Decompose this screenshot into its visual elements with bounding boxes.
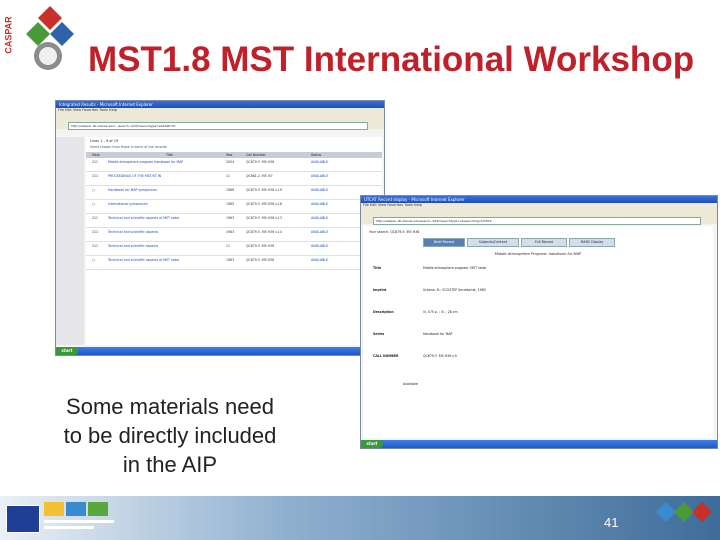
result-title-link[interactable]: International symposium — [108, 202, 148, 206]
row-mark: □ — [92, 202, 96, 206]
row-mark: 211 — [92, 174, 99, 178]
row-mark: □ — [92, 258, 96, 262]
tab-subjects[interactable]: Subjects/Content — [467, 238, 519, 247]
address-bar[interactable]: http://webpac.lib.utexas.edu/.../search~… — [56, 121, 384, 130]
tab-full-record[interactable]: Full Record — [521, 238, 567, 247]
row-year: 11 — [226, 174, 231, 178]
field-value: Urbana, Ill.: SCOSTEP Secretariat, 1983 — [423, 288, 486, 292]
tab-marc[interactable]: MARC Display — [569, 238, 615, 247]
information-society-logo — [44, 502, 114, 529]
eu-flag-icon — [6, 505, 40, 533]
row-year: 11 — [226, 244, 231, 248]
start-button[interactable]: start — [361, 440, 383, 448]
left-browser-screenshot: Integrated Results - Microsoft Internet … — [55, 100, 385, 356]
logo-text: CASPAR — [3, 16, 14, 54]
row-mark: 211 — [92, 230, 99, 234]
taskbar: start — [56, 347, 384, 355]
record-title: Middle Atmosphere Program: handbook for … — [494, 252, 582, 256]
row-status[interactable]: AVAILABLE — [311, 244, 328, 248]
row-call: QC879.5 .M5 H36 — [246, 160, 275, 164]
row-status[interactable]: AVAILABLE — [311, 202, 328, 206]
right-browser-screenshot: UTCAT Record display - Microsoft Interne… — [360, 195, 718, 449]
window-title: Integrated Results - Microsoft Internet … — [56, 101, 384, 108]
row-mark: 211 — [92, 160, 99, 164]
table-row: 211 Technical and scientific aspects of M… — [86, 214, 382, 228]
row-status[interactable]: AVAILABLE — [311, 174, 328, 178]
result-title-link[interactable]: Technical and scientific aspects of MST … — [108, 258, 180, 262]
table-row: 211 Technical and scientific aspects 1983 Q… — [86, 228, 382, 242]
row-status[interactable]: AVAILABLE — [311, 258, 328, 262]
field-label: Title — [373, 266, 382, 270]
row-mark: 211 — [92, 216, 99, 220]
start-button[interactable]: start — [56, 347, 78, 355]
result-title-link[interactable]: Technical and scientific aspects of MST … — [108, 216, 180, 220]
row-status[interactable]: AVAILABLE — [311, 230, 328, 234]
status-text: Available — [403, 382, 418, 386]
row-mark: □ — [92, 188, 96, 192]
result-title-link[interactable]: Handbook for MAP symposium — [108, 188, 157, 192]
row-year: 1986 — [226, 188, 235, 192]
side-panel — [56, 137, 84, 345]
row-mark: 211 — [92, 244, 99, 248]
row-call: QC879.5 .M5 H36 — [246, 244, 275, 248]
address-bar[interactable]: http://webpac.lib.utexas.edu/search~S29/… — [361, 216, 717, 225]
results-page: Lines 1 - 9 of 19 Some chosen from those… — [86, 137, 382, 345]
row-year: 1985 — [226, 202, 235, 206]
row-call: QC879.5 .M5 H36 — [246, 258, 275, 262]
row-year: 1983 — [226, 258, 235, 262]
row-call: QC879.5 .M5 H36 v.18 — [246, 202, 282, 206]
table-row: □ Technical and scientific aspects of MST… — [86, 256, 382, 270]
field-value: Middle atmosphere program: MST radar — [423, 266, 487, 270]
caption: Some materials need to be directly inclu… — [63, 394, 277, 477]
slide-title: MST1.8 MST International Workshop — [88, 40, 695, 79]
row-call: QC879.5 .M5 H36 v.19 — [246, 188, 282, 192]
table-row: 211 Technical and scientific aspects 11 QC8… — [86, 242, 382, 256]
row-year: 2004 — [226, 160, 235, 164]
row-call: QC879.5 .M5 H36 v.13 — [246, 216, 282, 220]
row-status[interactable]: AVAILABLE — [311, 216, 328, 220]
record-page: Your search: QC879.5 .M5 H36 Brief Recor… — [363, 226, 713, 438]
result-title-link[interactable]: Technical and scientific aspects — [108, 230, 158, 234]
slide-number: 41 — [604, 515, 619, 530]
field-value: Handbook for MAP — [423, 332, 453, 336]
field-value: QC879.5 .M5 H36 v.9 — [423, 354, 457, 358]
row-call: QC881.2 .M5 I57 — [246, 174, 273, 178]
table-row: 211 Middle atmosphere program handbook fo… — [86, 158, 382, 172]
row-status[interactable]: AVAILABLE — [311, 160, 328, 164]
toolbar — [361, 208, 717, 216]
table-row: 211 PROCEEDINGS OF THE MST/ST IN 11 QC881.2… — [86, 172, 382, 186]
record-tabs: Brief Record Subjects/Content Full Recor… — [423, 238, 713, 247]
toolbar — [56, 113, 384, 121]
row-call: QC879.5 .M5 H36 v.14 — [246, 230, 282, 234]
result-title-link[interactable]: Middle atmosphere program handbook for M… — [108, 160, 183, 164]
row-year: 1983 — [226, 230, 235, 234]
caspar-logo — [26, 6, 74, 70]
result-title-link[interactable]: PROCEEDINGS OF THE MST/ST IN — [108, 174, 161, 178]
taskbar: start — [361, 440, 717, 448]
table-row: □ International symposium 1985 QC879.5 .M5 … — [86, 200, 382, 214]
result-title-link[interactable]: Technical and scientific aspects — [108, 244, 158, 248]
window-title: UTCAT Record display - Microsoft Interne… — [361, 196, 717, 203]
footer-logo-icon — [656, 502, 712, 522]
results-subheading: Some chosen from those in some of the re… — [90, 145, 168, 149]
field-value: iii, 475 p. : ill. ; 28 cm — [423, 310, 458, 314]
field-label: Description — [373, 310, 394, 314]
row-status[interactable]: AVAILABLE — [311, 188, 328, 192]
breadcrumb: Your search: QC879.5 .M5 H36 — [369, 230, 420, 234]
tab-brief-record[interactable]: Brief Record — [423, 238, 465, 247]
results-heading: Lines 1 - 9 of 19 — [90, 139, 119, 143]
field-label: CALL NUMBER — [373, 354, 399, 358]
field-label: Imprint — [373, 288, 387, 292]
row-year: 1983 — [226, 216, 235, 220]
table-row: □ Handbook for MAP symposium 1986 QC879.5 .… — [86, 186, 382, 200]
field-label: Series — [373, 332, 385, 336]
